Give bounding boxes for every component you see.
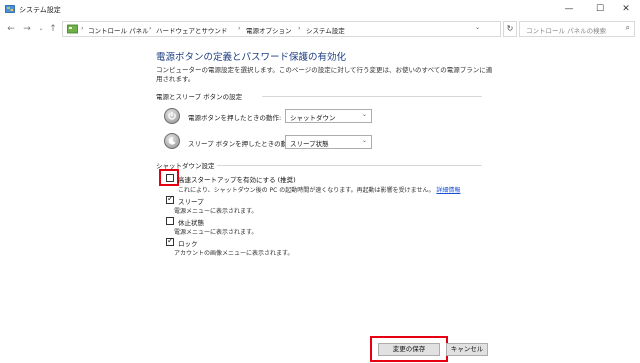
breadcrumb-separator-icon: ›	[149, 24, 152, 32]
back-arrow-icon[interactable]: ←	[5, 22, 17, 36]
checkmark-icon: ✓	[167, 194, 174, 203]
search-input[interactable]: コントロール パネルの検索 ⌕	[519, 21, 635, 37]
chevron-down-icon: ⌄	[361, 111, 367, 118]
search-icon[interactable]: ⌕	[626, 23, 630, 33]
sleep-label[interactable]: スリープ	[178, 196, 204, 206]
breadcrumb-separator-icon: ›	[238, 24, 241, 32]
sleep-button-icon	[164, 133, 180, 149]
sleep-button-action-label: スリープ ボタンを押したときの動作:	[188, 140, 296, 148]
section-divider	[262, 96, 482, 97]
refresh-icon[interactable]: ↻	[503, 21, 517, 37]
power-button-action-select[interactable]: シャットダウン ⌄	[285, 109, 372, 123]
lock-label[interactable]: ロック	[178, 238, 198, 248]
hibernate-label[interactable]: 休止状態	[178, 217, 204, 227]
power-button-action-value: シャットダウン	[290, 114, 336, 122]
fast-startup-description: これにより、シャットダウン後の PC の起動時間が速くなります。再起動は影響を受…	[178, 185, 460, 194]
up-arrow-icon[interactable]: ↑	[47, 22, 59, 36]
breadcrumb-hardware-sound[interactable]: ハードウェアとサウンド	[156, 25, 227, 35]
breadcrumb-separator-icon: ›	[298, 24, 301, 32]
recent-locations-chevron-icon[interactable]: ⌄	[35, 22, 47, 36]
window-title: システム設定	[19, 6, 61, 14]
power-button-action-label: 電源ボタンを押したときの動作:	[188, 114, 282, 122]
main-content: 電源ボタンの定義とパスワード保護の有効化 コンピューターの電源設定を選択します。…	[0, 40, 640, 363]
chevron-down-icon: ⌄	[361, 137, 367, 144]
hibernate-description: 電源メニューに表示されます。	[174, 229, 258, 236]
control-panel-icon	[67, 24, 78, 34]
page-description: コンピューターの電源設定を選択します。このページの設定に対して行う変更は、お使い…	[156, 66, 493, 83]
highlight-box-save-button	[370, 336, 448, 362]
maximize-button[interactable]: ☐	[586, 0, 614, 18]
breadcrumb-separator-icon: ›	[81, 24, 84, 32]
minimize-button[interactable]: —	[555, 0, 583, 18]
control-panel-icon	[5, 5, 15, 13]
close-button[interactable]: ✕	[612, 0, 640, 18]
section-divider	[217, 165, 482, 166]
address-toolbar: ← → ⌄ ↑ › コントロール パネル › ハードウェアとサウンド › 電源オ…	[0, 18, 640, 40]
checkmark-icon: ✓	[167, 236, 174, 245]
lock-description: アカウントの画像メニューに表示されます。	[174, 250, 294, 257]
breadcrumb-power-options[interactable]: 電源オプション	[246, 25, 292, 35]
breadcrumb-system-settings[interactable]: システム設定	[306, 25, 345, 35]
sleep-description: 電源メニューに表示されます。	[174, 208, 258, 215]
address-history-chevron-icon[interactable]: ⌄	[475, 24, 480, 31]
more-info-link[interactable]: 詳細情報	[436, 187, 460, 194]
lock-checkbox[interactable]: ✓	[166, 236, 174, 246]
sleep-button-action-select[interactable]: スリープ状態 ⌄	[285, 135, 372, 149]
sleep-button-action-value: スリープ状態	[290, 140, 329, 148]
power-button-icon	[164, 108, 180, 124]
power-buttons-section-heading: 電源とスリープ ボタンの設定	[156, 93, 243, 101]
search-placeholder: コントロール パネルの検索	[526, 27, 607, 35]
fast-startup-description-text: これにより、シャットダウン後の PC の起動時間が速くなります。再起動は影響を受…	[178, 187, 435, 194]
highlight-box-checkbox	[159, 169, 179, 186]
page-title: 電源ボタンの定義とパスワード保護の有効化	[156, 52, 347, 63]
fast-startup-label[interactable]: 高速スタートアップを有効にする (推奨)	[178, 174, 296, 184]
title-bar: システム設定 — ☐ ✕	[0, 0, 640, 18]
cancel-button[interactable]: キャンセル	[446, 343, 488, 356]
hibernate-checkbox[interactable]	[166, 217, 174, 225]
forward-arrow-icon[interactable]: →	[21, 22, 33, 36]
sleep-checkbox[interactable]: ✓	[166, 194, 174, 204]
address-field[interactable]: › コントロール パネル › ハードウェアとサウンド › 電源オプション › シ…	[62, 21, 501, 37]
breadcrumb-control-panel[interactable]: コントロール パネル	[88, 25, 149, 35]
